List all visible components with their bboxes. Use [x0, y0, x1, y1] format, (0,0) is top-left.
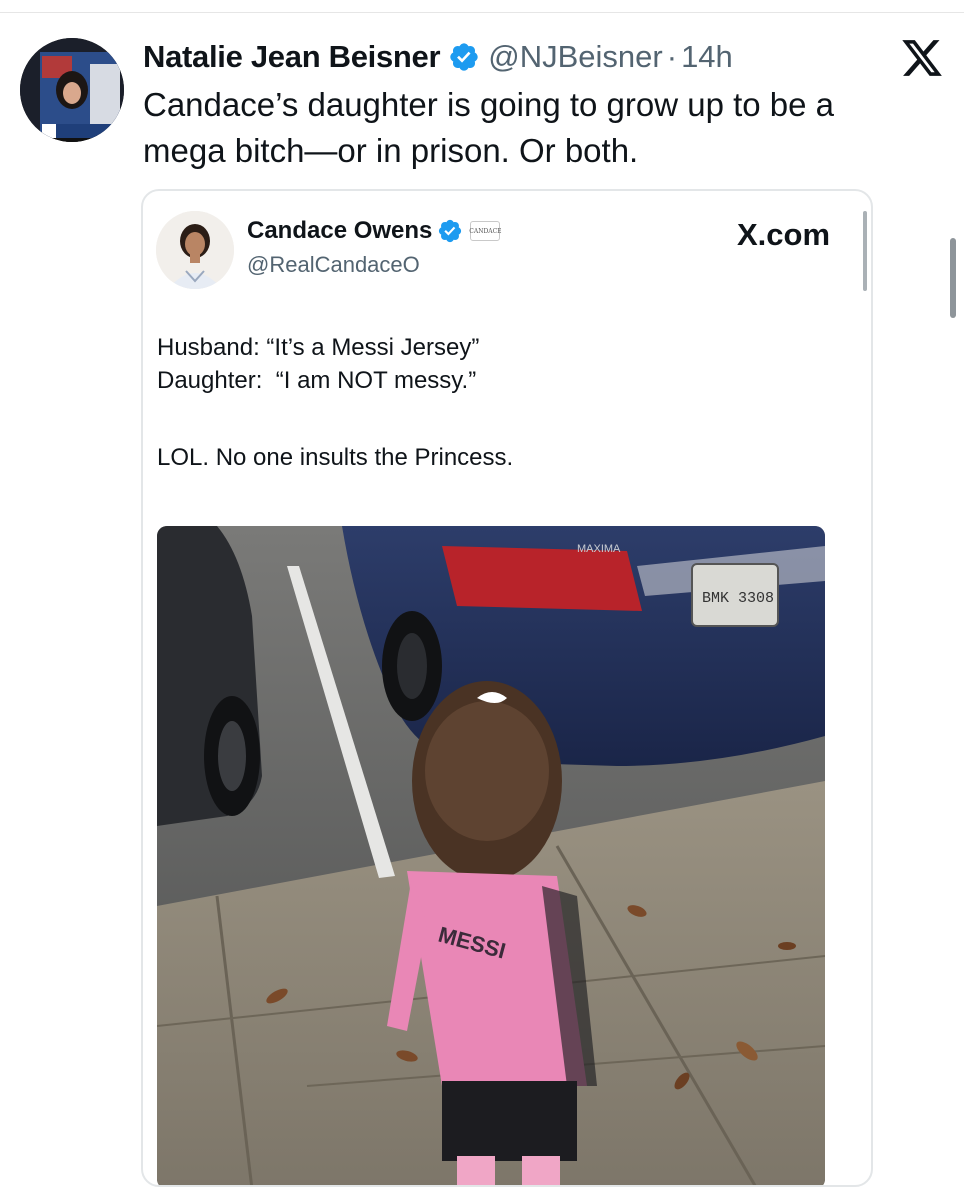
quoted-avatar-image [156, 211, 234, 289]
license-plate: BMK 3308 [702, 590, 774, 607]
author-display-name[interactable]: Natalie Jean Beisner [143, 39, 441, 75]
quoted-header: Candace Owens CANDACE [247, 217, 502, 245]
top-divider [0, 12, 964, 13]
quoted-text: Husband: “It’s a Messi Jersey” Daughter:… [157, 331, 847, 474]
car-badge: MAXIMA [577, 543, 621, 555]
source-watermark: X.com [737, 217, 831, 252]
quoted-line: Daughter: “I am NOT messy.” [157, 367, 477, 394]
quoted-post-card[interactable]: Candace Owens CANDACE @RealCandaceO X.co… [141, 189, 873, 1187]
tweet-header: Natalie Jean Beisner @NJBeisner · 14h [143, 36, 733, 78]
quoted-scrollbar [863, 211, 867, 291]
timestamp[interactable]: 14h [681, 39, 733, 75]
author-handle[interactable]: @NJBeisner [488, 39, 662, 75]
quoted-display-name[interactable]: Candace Owens [247, 217, 432, 245]
quoted-author-avatar[interactable] [156, 211, 234, 289]
quoted-handle[interactable]: @RealCandaceO [247, 252, 420, 278]
avatar-image [20, 38, 124, 142]
tweet-text: Candace’s daughter is going to grow up t… [143, 86, 835, 169]
quoted-photo[interactable]: MAXIMA BMK 3308 MESSI [157, 526, 825, 1185]
author-avatar[interactable] [20, 38, 124, 142]
quoted-line: LOL. No one insults the Princess. [157, 444, 514, 471]
verified-badge-icon [448, 41, 480, 73]
separator-dot: · [666, 39, 678, 74]
x-logo-icon[interactable] [900, 36, 944, 80]
page-scrollbar[interactable] [950, 238, 956, 318]
quoted-verified-badge-icon [437, 218, 463, 244]
quoted-line: Husband: “It’s a Messi Jersey” [157, 334, 480, 361]
photo-illustration: MAXIMA BMK 3308 MESSI [157, 526, 825, 1185]
affiliation-badge[interactable]: CANDACE [469, 221, 502, 241]
